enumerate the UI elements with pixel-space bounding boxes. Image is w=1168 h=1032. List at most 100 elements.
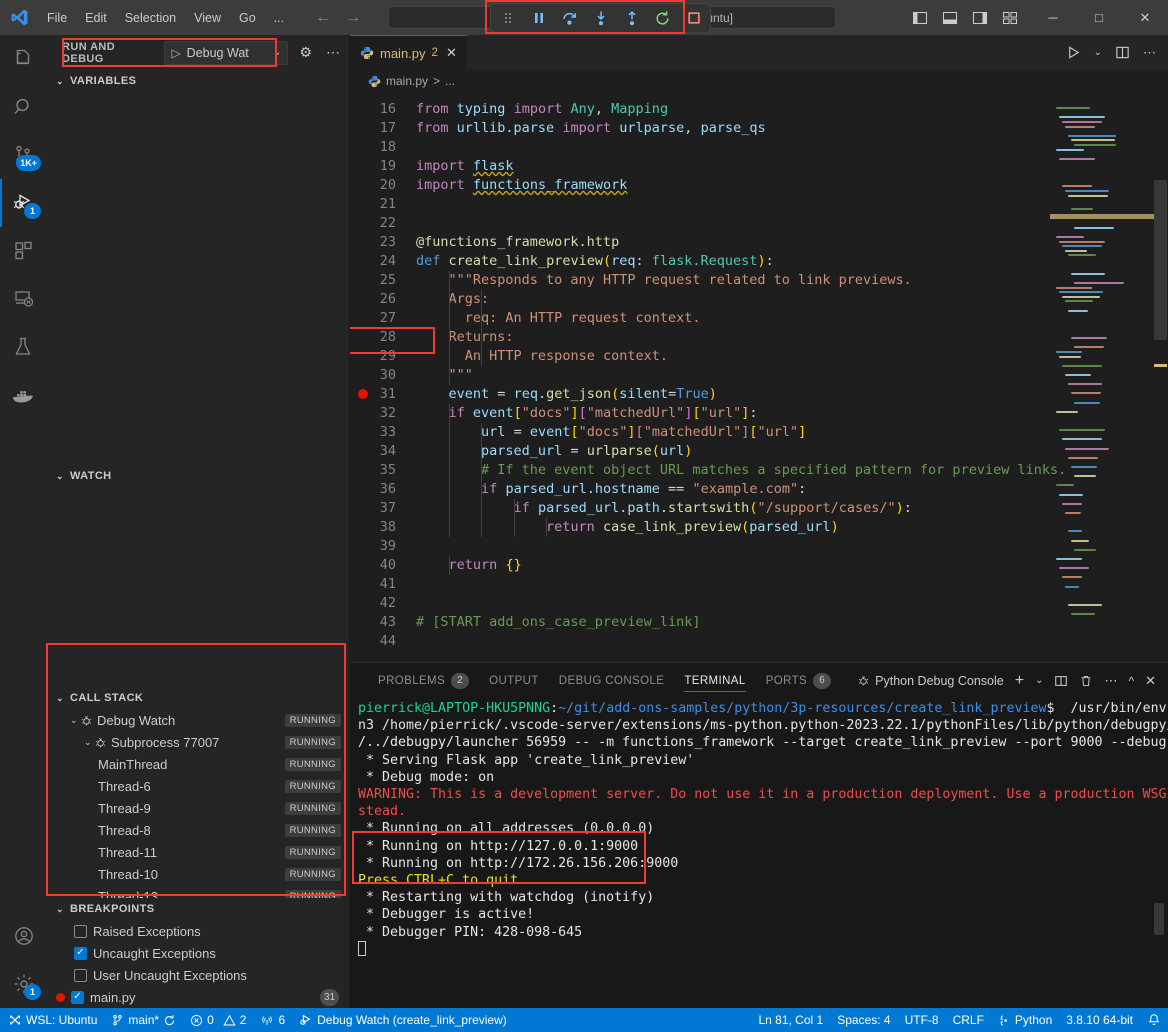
active-terminal-name[interactable]: Python Debug Console <box>857 674 1004 688</box>
activity-item-accounts[interactable] <box>0 912 48 960</box>
status-problems[interactable]: 0 2 <box>183 1008 253 1032</box>
editor-scrollbar-slider[interactable] <box>1154 180 1167 340</box>
pause-icon[interactable] <box>529 9 548 28</box>
menu-file[interactable]: File <box>38 8 76 28</box>
step-over-icon[interactable] <box>560 9 579 28</box>
editor-tab-close-icon[interactable]: ✕ <box>446 45 457 61</box>
call-stack-row[interactable]: Thread-10RUNNING <box>48 863 349 885</box>
pane-header-variables[interactable]: ⌄ VARIABLES <box>48 70 349 92</box>
toggle-primary-sidebar-icon[interactable] <box>912 10 928 26</box>
code-line[interactable]: return case_link_preview(parsed_url) <box>416 518 839 537</box>
toggle-secondary-sidebar-icon[interactable] <box>972 10 988 26</box>
editor-tab-main-py[interactable]: main.py 2 ✕ <box>350 35 468 70</box>
code-line[interactable]: # [START add_ons_case_preview_link] <box>416 613 700 632</box>
toggle-panel-icon[interactable] <box>942 10 958 26</box>
code-line[interactable]: def create_link_preview(req: flask.Reque… <box>416 252 774 271</box>
step-out-icon[interactable] <box>622 9 641 28</box>
close-panel-icon[interactable]: ✕ <box>1145 673 1156 689</box>
panel-tab-problems[interactable]: PROBLEMS2 <box>368 663 479 698</box>
breakpoint-row[interactable]: Raised Exceptions <box>48 920 349 942</box>
activity-item-remote-explorer[interactable] <box>0 275 48 323</box>
breakpoints-list[interactable]: Raised ExceptionsUncaught ExceptionsUser… <box>48 920 349 1008</box>
panel-tab-output[interactable]: OUTPUT <box>479 663 549 698</box>
debug-floating-toolbar[interactable] <box>490 3 711 33</box>
start-debug-icon[interactable]: ▷ <box>171 46 180 60</box>
status-eol[interactable]: CRLF <box>946 1008 991 1032</box>
panel-tab-ports[interactable]: PORTS6 <box>756 663 841 698</box>
pane-header-callstack[interactable]: ⌄ CALL STACK <box>48 687 349 709</box>
activity-item-run-and-debug[interactable]: 1 <box>0 179 48 227</box>
close-window-button[interactable]: ✕ <box>1122 0 1168 35</box>
run-python-file-icon[interactable] <box>1066 45 1081 60</box>
status-notifications[interactable] <box>1140 1008 1168 1032</box>
terminal-scrollbar[interactable] <box>1154 903 1164 935</box>
terminal-output[interactable]: pierrick@LAPTOP-HKU5PNNG:~/git/add-ons-s… <box>350 698 1168 1008</box>
forward-arrow-icon[interactable]: → <box>345 10 361 26</box>
code-line[interactable]: parsed_url = urlparse(url) <box>416 442 692 461</box>
activity-item-source-control[interactable]: 1K+ <box>0 131 48 179</box>
panel-actions[interactable]: Python Debug Console + ⌄ ⋯ ^ ✕ <box>857 672 1168 690</box>
status-cursor-position[interactable]: Ln 81, Col 1 <box>751 1008 830 1032</box>
minimize-button[interactable]: ─ <box>1030 0 1076 35</box>
new-terminal-icon[interactable]: + <box>1015 672 1024 690</box>
code-line[interactable]: from urllib.parse import urlparse, parse… <box>416 119 766 138</box>
chevron-down-icon[interactable]: ⌄ <box>1035 675 1043 686</box>
status-interpreter[interactable]: 3.8.10 64-bit <box>1059 1008 1140 1032</box>
menu-edit[interactable]: Edit <box>76 8 116 28</box>
breadcrumb[interactable]: main.py > ... <box>350 70 1168 92</box>
open-launch-json-icon[interactable]: ⚙ <box>296 44 315 61</box>
activity-item-explorer[interactable] <box>0 35 48 83</box>
editor-breakpoint-dot[interactable] <box>358 389 368 399</box>
status-ports[interactable]: 6 <box>253 1008 292 1032</box>
panel-tab-debug-console[interactable]: DEBUG CONSOLE <box>549 663 675 698</box>
chevron-down-icon[interactable]: ⌄ <box>1094 47 1102 58</box>
call-stack-row[interactable]: MainThreadRUNNING <box>48 753 349 775</box>
restart-icon[interactable] <box>653 9 672 28</box>
code-line[interactable]: Returns: <box>416 328 514 347</box>
call-stack-row[interactable]: Thread-11RUNNING <box>48 841 349 863</box>
code-line[interactable]: import flask <box>416 157 514 176</box>
status-language-mode[interactable]: Python <box>991 1008 1059 1032</box>
call-stack-row[interactable]: Thread-13RUNNING <box>48 885 349 898</box>
maximize-button[interactable]: □ <box>1076 0 1122 35</box>
breadcrumb-file[interactable]: main.py <box>386 74 428 88</box>
panel-tab-bar[interactable]: PROBLEMS2OUTPUTDEBUG CONSOLETERMINALPORT… <box>350 663 1168 698</box>
panel-more-actions-icon[interactable]: ⋯ <box>1104 673 1117 689</box>
activity-item-search[interactable] <box>0 83 48 131</box>
drag-handle-icon[interactable] <box>498 9 517 28</box>
stop-icon[interactable] <box>684 9 703 28</box>
status-indentation[interactable]: Spaces: 4 <box>830 1008 897 1032</box>
breakpoint-checkbox[interactable] <box>71 991 84 1004</box>
editor-minimap[interactable] <box>1050 92 1154 662</box>
activity-item-manage-settings[interactable]: 1 <box>0 960 48 1008</box>
pane-header-breakpoints[interactable]: ⌄ BREAKPOINTS <box>48 898 349 920</box>
navigation-arrows[interactable]: ← → <box>315 10 361 26</box>
code-line[interactable]: from typing import Any, Mapping <box>416 100 668 119</box>
code-line[interactable]: # If the event object URL matches a spec… <box>416 461 1066 480</box>
status-remote-indicator[interactable]: WSL: Ubuntu <box>0 1008 104 1032</box>
code-line[interactable]: import functions_framework <box>416 176 627 195</box>
call-stack-row[interactable]: ⌄Subprocess 77007RUNNING <box>48 731 349 753</box>
code-line[interactable]: @functions_framework.http <box>416 233 619 252</box>
breakpoint-row[interactable]: main.py31 <box>48 986 349 1008</box>
layout-controls[interactable] <box>912 0 1018 35</box>
maximize-panel-icon[interactable]: ^ <box>1128 674 1134 688</box>
code-line[interactable]: event = req.get_json(silent=True) <box>416 385 717 404</box>
debug-configuration-dropdown[interactable]: ▷ Debug Wat ⌄ <box>164 41 288 65</box>
activity-item-testing[interactable] <box>0 323 48 371</box>
customize-layout-icon[interactable] <box>1002 10 1018 26</box>
menu-go[interactable]: Go <box>230 8 265 28</box>
editor-gutter[interactable]: 1617181920212223242526272829303132333435… <box>350 92 408 662</box>
chevron-down-icon[interactable]: ⌄ <box>70 715 80 726</box>
sync-icon[interactable] <box>163 1014 176 1027</box>
panel-tab-terminal[interactable]: TERMINAL <box>674 663 755 698</box>
status-branch[interactable]: main* <box>104 1008 183 1032</box>
activity-item-docker[interactable] <box>0 371 48 419</box>
call-stack-list[interactable]: ⌄Debug WatchRUNNING⌄Subprocess 77007RUNN… <box>48 709 349 898</box>
back-arrow-icon[interactable]: ← <box>315 10 331 26</box>
code-line[interactable]: """ <box>416 366 473 385</box>
breakpoint-row[interactable]: Uncaught Exceptions <box>48 942 349 964</box>
code-line[interactable]: Args: <box>416 290 489 309</box>
breadcrumb-rest[interactable]: ... <box>445 74 455 88</box>
code-line[interactable]: url = event["docs"]["matchedUrl"]["url"] <box>416 423 806 442</box>
